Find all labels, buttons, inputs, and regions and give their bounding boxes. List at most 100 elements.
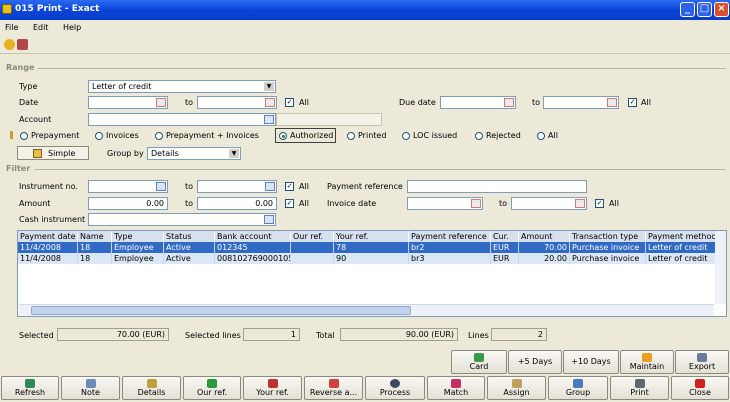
- export-button[interactable]: Export: [675, 350, 729, 374]
- menu-edit[interactable]: Edit: [33, 23, 49, 32]
- account-input[interactable]: [88, 113, 276, 126]
- book-icon[interactable]: [17, 39, 28, 50]
- amount-from-input[interactable]: 0.00: [88, 197, 168, 210]
- your-ref-button[interactable]: Your ref.: [243, 376, 302, 400]
- minimize-button[interactable]: _: [680, 2, 695, 17]
- col-payment-date[interactable]: Payment date: [18, 231, 78, 242]
- table-row[interactable]: 11/4/2008 18 Employee Active 00810276900…: [18, 253, 718, 264]
- col-our-ref[interactable]: Our ref.: [291, 231, 334, 242]
- scroll-thumb[interactable]: [31, 306, 411, 315]
- simple-icon: [33, 149, 42, 158]
- instrument-to-input[interactable]: [197, 180, 277, 193]
- lookup-icon[interactable]: [265, 182, 275, 191]
- amount-all-label: All: [299, 199, 309, 208]
- print-button[interactable]: Print: [610, 376, 669, 400]
- radio-rejected[interactable]: [475, 132, 483, 140]
- radio-prepayment-invoices[interactable]: [155, 132, 163, 140]
- card-button[interactable]: Card: [451, 350, 507, 374]
- our-ref-button[interactable]: Our ref.: [183, 376, 241, 400]
- calendar-icon[interactable]: [156, 98, 166, 107]
- card-label: Card: [469, 362, 489, 371]
- date-to-input[interactable]: [197, 96, 277, 109]
- simple-button[interactable]: Simple: [17, 146, 89, 160]
- cell: 70.00: [519, 242, 570, 253]
- plus-5-days-button[interactable]: +5 Days: [508, 350, 562, 374]
- invoice-date-all-checkbox[interactable]: ✓: [595, 199, 604, 208]
- col-payment-reference[interactable]: Payment reference: [409, 231, 491, 242]
- col-type[interactable]: Type: [112, 231, 164, 242]
- menu-file[interactable]: File: [5, 23, 18, 32]
- cash-instrument-input[interactable]: [88, 213, 276, 226]
- payment-ref-input[interactable]: [407, 180, 587, 193]
- col-status[interactable]: Status: [164, 231, 215, 242]
- col-name[interactable]: Name: [78, 231, 112, 242]
- horizontal-scrollbar[interactable]: [19, 304, 714, 316]
- calendar-icon[interactable]: [471, 199, 481, 208]
- your-ref-label: Your ref.: [256, 388, 289, 397]
- lookup-icon[interactable]: [264, 215, 274, 224]
- date-all-checkbox[interactable]: ✓: [285, 98, 294, 107]
- group-button[interactable]: Group: [548, 376, 608, 400]
- maintain-button[interactable]: Maintain: [620, 350, 674, 374]
- payments-grid[interactable]: Payment date Name Type Status Bank accou…: [17, 230, 727, 317]
- calendar-icon[interactable]: [575, 199, 585, 208]
- cell: EUR: [491, 253, 519, 264]
- amount-to-input[interactable]: 0.00: [197, 197, 277, 210]
- date-from-input[interactable]: [88, 96, 168, 109]
- maximize-button[interactable]: □: [697, 2, 712, 17]
- col-your-ref[interactable]: Your ref.: [334, 231, 409, 242]
- details-button[interactable]: Details: [122, 376, 181, 400]
- invoice-date-all-label: All: [609, 199, 619, 208]
- radio-all[interactable]: [537, 132, 545, 140]
- menu-help[interactable]: Help: [63, 23, 81, 32]
- refresh-button[interactable]: Refresh: [1, 376, 59, 400]
- col-amount[interactable]: Amount: [519, 231, 570, 242]
- instrument-from-input[interactable]: [88, 180, 168, 193]
- radio-printed[interactable]: [347, 132, 355, 140]
- match-button[interactable]: Match: [427, 376, 485, 400]
- plus-10-days-button[interactable]: +10 Days: [563, 350, 619, 374]
- invoice-date-from-input[interactable]: [407, 197, 483, 210]
- pacman-icon[interactable]: [4, 39, 15, 50]
- group-by-select[interactable]: Details ▼: [147, 147, 241, 160]
- note-button[interactable]: Note: [61, 376, 120, 400]
- vertical-scrollbar[interactable]: [715, 231, 726, 304]
- amount-all-checkbox[interactable]: ✓: [285, 199, 294, 208]
- process-button[interactable]: Process: [365, 376, 425, 400]
- close-window-button[interactable]: ×: [714, 2, 729, 17]
- close-button[interactable]: Close: [671, 376, 729, 400]
- calendar-icon[interactable]: [607, 98, 617, 107]
- col-cur[interactable]: Cur.: [491, 231, 519, 242]
- instrument-all-checkbox[interactable]: ✓: [285, 182, 294, 191]
- due-date-to-input[interactable]: [543, 96, 619, 109]
- due-date-all-checkbox[interactable]: ✓: [628, 98, 637, 107]
- match-label: Match: [443, 388, 469, 397]
- radio-authorized[interactable]: [279, 132, 287, 140]
- lookup-icon[interactable]: [264, 115, 274, 124]
- cell: 11/4/2008: [18, 242, 78, 253]
- due-date-from-input[interactable]: [440, 96, 516, 109]
- radio-loc-issued[interactable]: [402, 132, 410, 140]
- reverse-button[interactable]: Reverse a...: [304, 376, 363, 400]
- type-value: Letter of credit: [92, 82, 152, 91]
- process-label: Process: [379, 388, 411, 397]
- col-payment-method[interactable]: Payment method: [646, 231, 716, 242]
- invoice-date-to-input[interactable]: [511, 197, 587, 210]
- cell: Employee: [112, 253, 164, 264]
- gear-icon: [390, 379, 400, 388]
- table-row[interactable]: 11/4/2008 18 Employee Active 012345 78 b…: [18, 242, 718, 253]
- date-all-label: All: [299, 98, 309, 107]
- radio-invoices[interactable]: [95, 132, 103, 140]
- marker: [10, 131, 13, 139]
- col-transaction-type[interactable]: Transaction type: [570, 231, 646, 242]
- type-select[interactable]: Letter of credit ▼: [88, 80, 276, 93]
- assign-button[interactable]: Assign: [487, 376, 546, 400]
- calendar-icon[interactable]: [504, 98, 514, 107]
- calendar-icon[interactable]: [265, 98, 275, 107]
- total-label: Total: [316, 331, 335, 340]
- col-bank-account[interactable]: Bank account: [215, 231, 291, 242]
- refresh-label: Refresh: [14, 388, 46, 397]
- chevron-down-icon: ▼: [229, 149, 239, 158]
- radio-prepayment[interactable]: [20, 132, 28, 140]
- lookup-icon[interactable]: [156, 182, 166, 191]
